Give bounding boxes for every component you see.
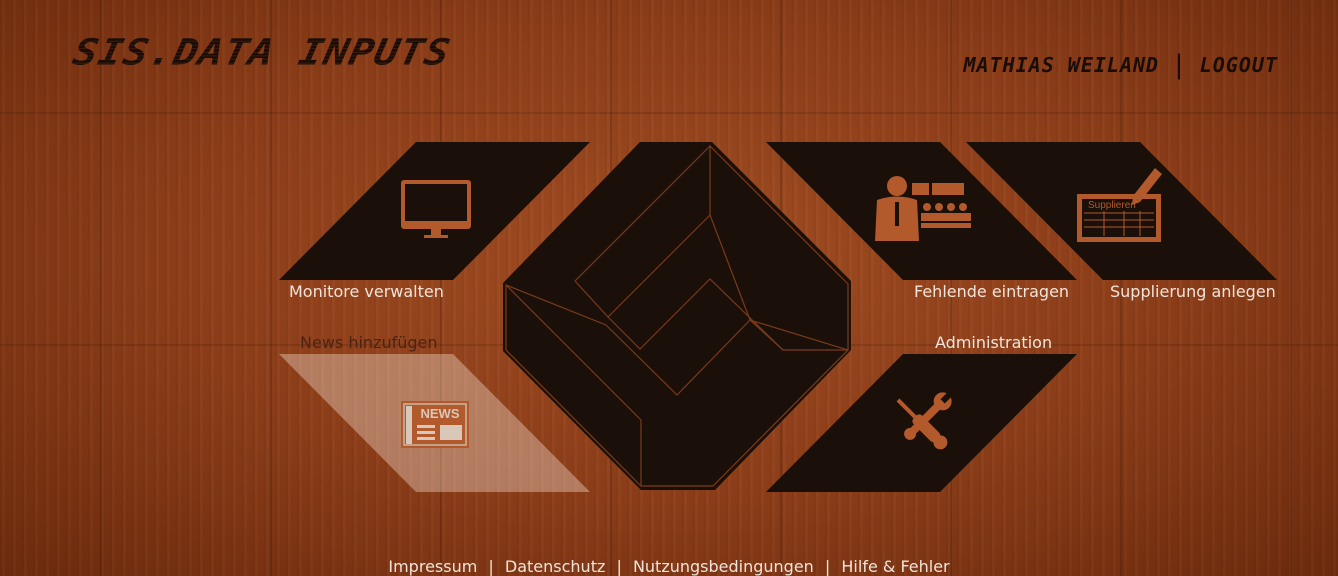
label-news[interactable]: News hinzufügen	[300, 333, 438, 352]
label-admin[interactable]: Administration	[935, 333, 1052, 352]
footer-links: Impressum | Datenschutz | Nutzungsbeding…	[0, 557, 1338, 576]
label-substitution[interactable]: Supplierung anlegen	[1110, 282, 1276, 301]
footer-separator: |	[488, 557, 494, 576]
footer-link-hilfe[interactable]: Hilfe & Fehler	[841, 557, 949, 576]
footer-link-impressum[interactable]: Impressum	[388, 557, 477, 576]
footer-link-datenschutz[interactable]: Datenschutz	[505, 557, 605, 576]
center-logo-shape	[503, 142, 851, 490]
newspaper-icon: NEWS	[401, 401, 469, 448]
footer-separator: |	[824, 557, 831, 576]
footer-link-nutzungsbedingungen[interactable]: Nutzungsbedingungen	[633, 557, 814, 576]
substitution-sheet-text: Supplieren	[1088, 200, 1136, 211]
label-absent[interactable]: Fehlende eintragen	[914, 282, 1069, 301]
footer-separator: |	[616, 557, 622, 576]
label-monitors[interactable]: Monitore verwalten	[289, 282, 444, 301]
news-badge-text: NEWS	[421, 406, 460, 421]
